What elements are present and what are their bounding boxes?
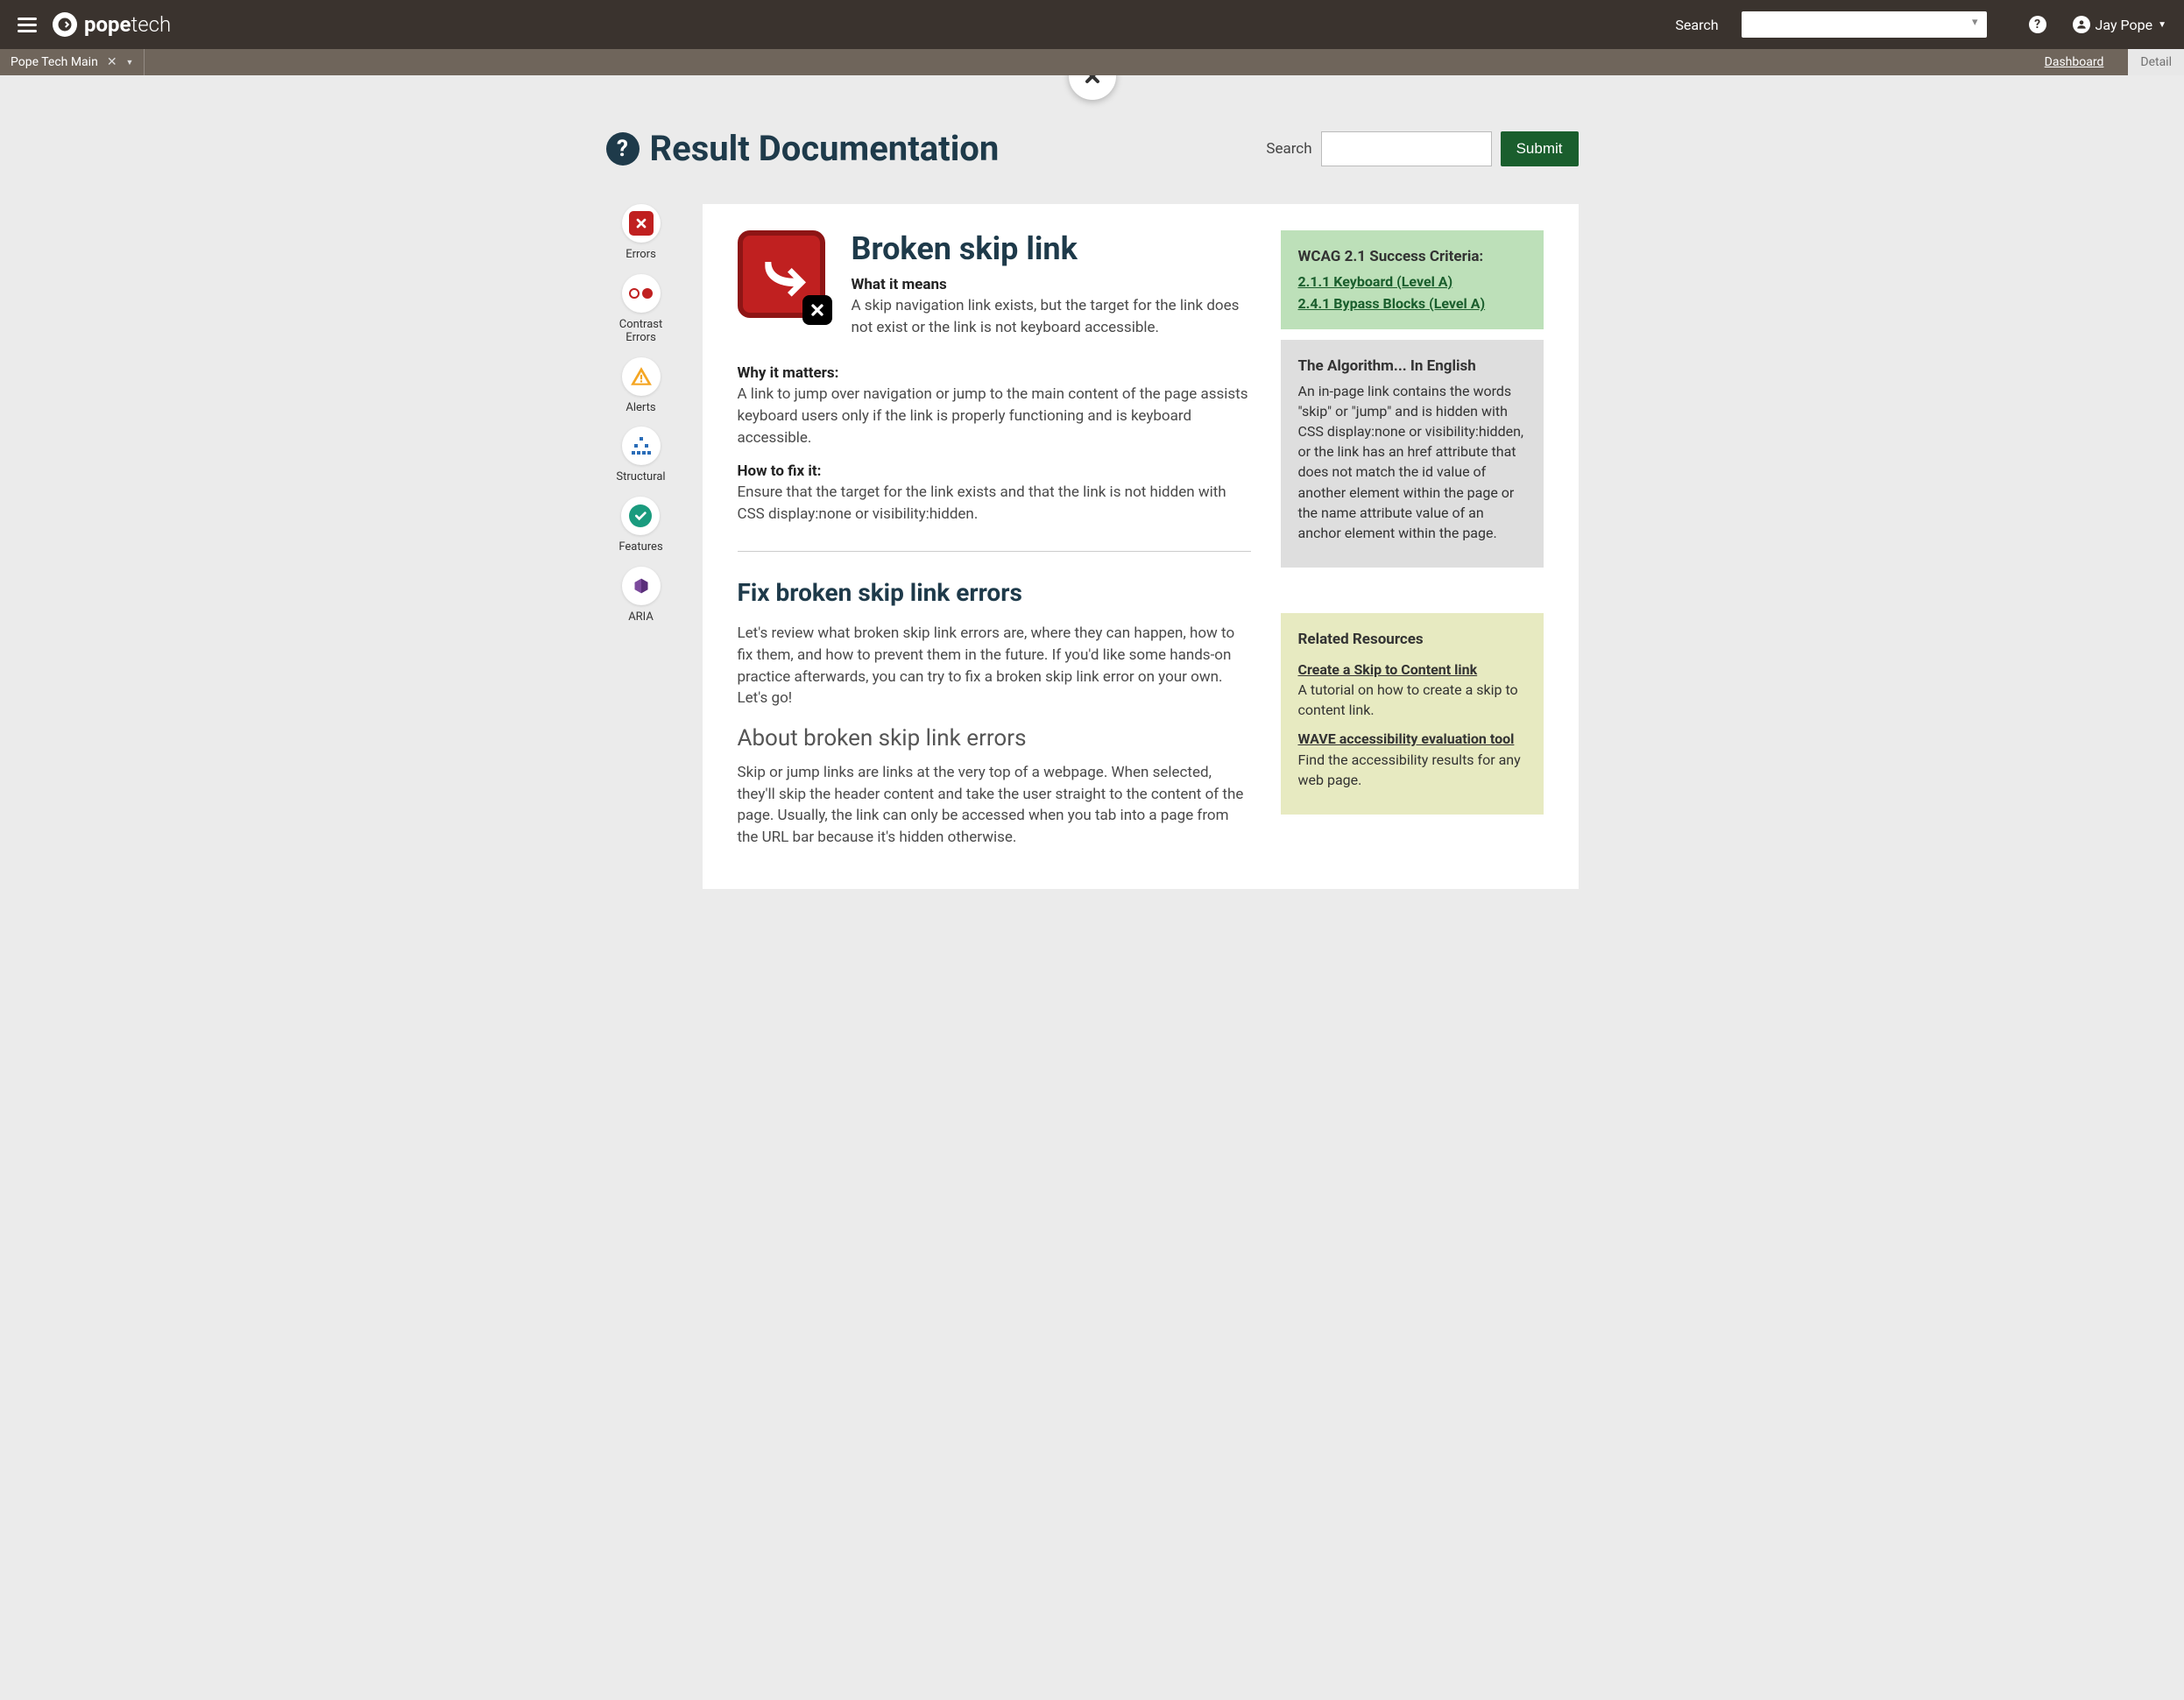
rail-label: Structural	[616, 470, 665, 484]
alert-icon	[630, 365, 653, 388]
rail-aria[interactable]: ARIA	[622, 567, 661, 624]
rail-label: Contrast Errors	[606, 318, 676, 345]
related-link[interactable]: WAVE accessibility evaluation tool	[1298, 729, 1526, 749]
related-desc: A tutorial on how to create a skip to co…	[1298, 680, 1526, 720]
wcag-link[interactable]: 2.1.1 Keyboard (Level A)	[1298, 272, 1526, 292]
wcag-link[interactable]: 2.4.1 Bypass Blocks (Level A)	[1298, 293, 1526, 314]
why-matters-body: A link to jump over navigation or jump t…	[738, 384, 1251, 448]
contrast-icon	[629, 288, 653, 299]
doc-search-input[interactable]	[1321, 131, 1492, 166]
help-circle-icon: ?	[606, 132, 640, 166]
menu-icon[interactable]	[18, 18, 37, 32]
brand-name-bold: pope	[84, 12, 131, 37]
check-icon	[629, 504, 652, 527]
doc-title: Broken skip link	[852, 230, 1251, 267]
wcag-box: WCAG 2.1 Success Criteria: 2.1.1 Keyboar…	[1281, 230, 1544, 329]
workspace-tab[interactable]: Pope Tech Main ✕ ▼	[0, 49, 145, 75]
broken-skip-link-icon	[738, 230, 825, 318]
submit-button[interactable]: Submit	[1501, 131, 1579, 166]
related-box: Related Resources Create a Skip to Conte…	[1281, 613, 1544, 815]
algorithm-box: The Algorithm... In English An in-page l…	[1281, 340, 1544, 568]
content-viewport[interactable]: ? Result Documentation Search Submit Err…	[0, 75, 2184, 1700]
rail-errors[interactable]: Errors	[622, 204, 661, 262]
related-heading: Related Resources	[1298, 629, 1526, 651]
chevron-down-icon[interactable]: ▼	[126, 58, 134, 67]
rail-label: Errors	[626, 248, 656, 262]
how-fix-label: How to fix it:	[738, 462, 1251, 480]
tab-bar: Pope Tech Main ✕ ▼ Dashboard Detail	[0, 49, 2184, 75]
how-fix-body: Ensure that the target for the link exis…	[738, 482, 1251, 525]
user-avatar-icon	[2073, 16, 2090, 33]
article-body: Broken skip link What it means A skip na…	[738, 230, 1251, 863]
structure-icon	[631, 435, 652, 456]
help-icon[interactable]: ?	[2029, 16, 2046, 33]
category-rail: Errors Contrast Errors Alerts Structural…	[606, 204, 676, 624]
workspace-tab-label: Pope Tech Main	[11, 55, 98, 69]
aria-icon	[633, 577, 650, 595]
why-matters-label: Why it matters:	[738, 364, 1251, 382]
rail-alerts[interactable]: Alerts	[622, 357, 661, 415]
top-search-label: Search	[1675, 17, 1718, 33]
user-menu[interactable]: Jay Pope ▼	[2073, 16, 2166, 33]
user-name: Jay Pope	[2096, 17, 2153, 33]
x-badge-icon	[802, 295, 832, 325]
guide-intro: Let's review what broken skip link error…	[738, 623, 1251, 709]
what-it-means-body: A skip navigation link exists, but the t…	[852, 295, 1251, 338]
what-it-means-label: What it means	[852, 276, 1251, 293]
divider	[738, 551, 1251, 552]
breadcrumb-detail: Detail	[2128, 49, 2184, 75]
breadcrumb-dashboard[interactable]: Dashboard	[2032, 49, 2117, 75]
guide-about-body: Skip or jump links are links at the very…	[738, 762, 1251, 849]
rail-label: Alerts	[626, 401, 655, 415]
brand-name-light: tech	[131, 12, 172, 37]
guide-about-heading: About broken skip link errors	[738, 725, 1251, 751]
related-link[interactable]: Create a Skip to Content link	[1298, 660, 1526, 680]
brand-logo[interactable]: popetech	[53, 12, 171, 37]
rail-label: ARIA	[628, 610, 654, 624]
rail-structural[interactable]: Structural	[616, 427, 665, 484]
page-title: ? Result Documentation	[606, 128, 1000, 169]
app-bar: popetech Search ? Jay Pope ▼	[0, 0, 2184, 49]
close-icon[interactable]: ✕	[107, 55, 117, 69]
page-title-text: Result Documentation	[650, 128, 1000, 169]
breadcrumb-separator-icon	[2116, 49, 2128, 75]
sidebar: WCAG 2.1 Success Criteria: 2.1.1 Keyboar…	[1281, 230, 1544, 863]
doc-search-label: Search	[1266, 140, 1311, 158]
chevron-down-icon: ▼	[2158, 20, 2166, 30]
guide-heading: Fix broken skip link errors	[738, 578, 1251, 607]
rail-contrast[interactable]: Contrast Errors	[606, 274, 676, 345]
rail-label: Features	[618, 540, 662, 554]
related-desc: Find the accessibility results for any w…	[1298, 750, 1526, 790]
wcag-heading: WCAG 2.1 Success Criteria:	[1298, 246, 1526, 268]
algorithm-heading: The Algorithm... In English	[1298, 356, 1526, 377]
close-modal-button[interactable]	[1069, 75, 1116, 100]
rail-features[interactable]: Features	[618, 497, 662, 554]
doc-card: Broken skip link What it means A skip na…	[703, 204, 1579, 889]
top-search-input[interactable]	[1742, 11, 1987, 38]
algorithm-body: An in-page link contains the words "skip…	[1298, 381, 1526, 544]
logo-mark-icon	[53, 12, 77, 37]
error-icon	[629, 211, 654, 236]
